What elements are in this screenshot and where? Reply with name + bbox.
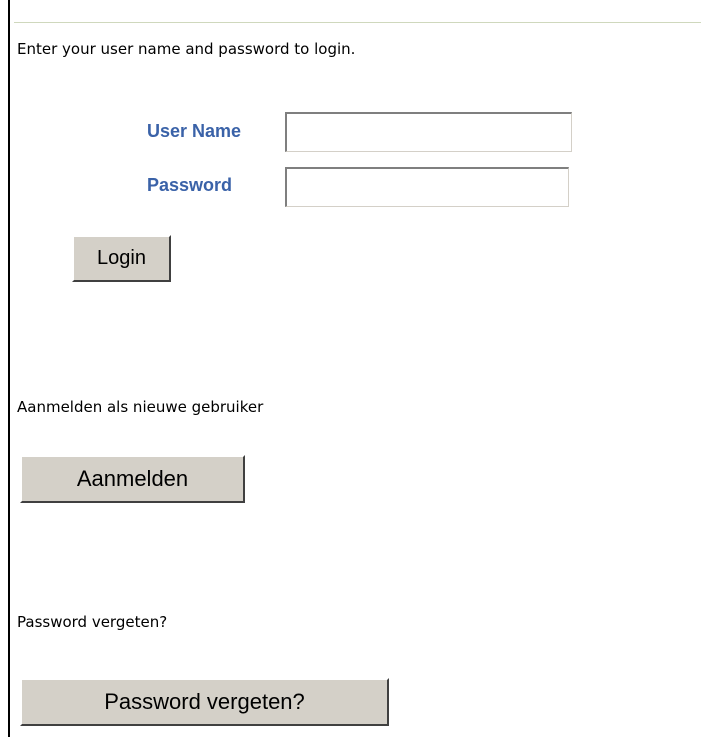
- login-instructions: Enter your user name and password to log…: [17, 40, 356, 58]
- register-button[interactable]: Aanmelden: [20, 455, 245, 503]
- page-left-border: [8, 0, 10, 737]
- password-label: Password: [147, 175, 233, 195]
- login-button[interactable]: Login: [72, 235, 171, 282]
- username-input[interactable]: [285, 112, 572, 152]
- password-input[interactable]: [285, 167, 569, 207]
- forgot-password-prompt: Password vergeten?: [17, 613, 168, 631]
- username-label: User Name: [147, 121, 242, 141]
- register-prompt: Aanmelden als nieuwe gebruiker: [17, 398, 264, 416]
- forgot-password-button[interactable]: Password vergeten?: [20, 678, 389, 726]
- top-divider: [14, 22, 701, 23]
